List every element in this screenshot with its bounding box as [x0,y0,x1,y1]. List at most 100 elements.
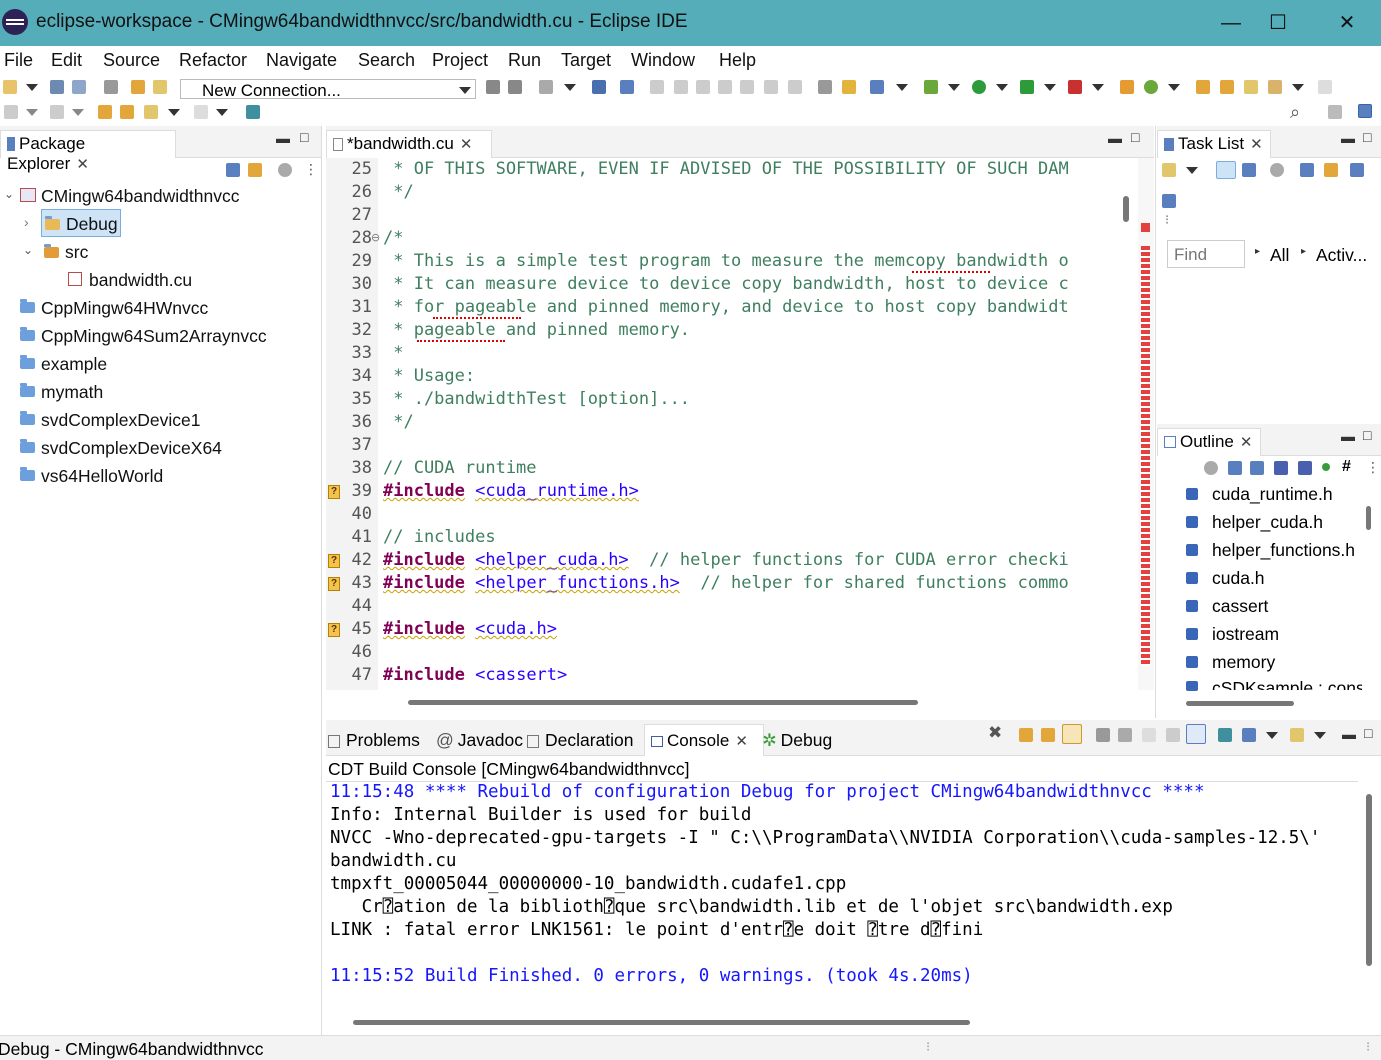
cpp-perspective-icon[interactable] [1358,104,1372,118]
new-class-dropdown-icon[interactable] [1168,84,1180,91]
coverage-icon[interactable] [1020,80,1034,94]
save-all-icon[interactable] [72,80,86,94]
disconnect-icon[interactable] [508,80,522,94]
instruction-step-icon[interactable] [818,80,832,94]
filters-icon[interactable] [278,163,292,177]
open-console-icon[interactable] [246,105,260,119]
filter-all-link[interactable]: All [1270,245,1289,266]
collapse-arrow-icon[interactable]: ⌄ [4,187,14,201]
editor-hscroll-thumb[interactable] [408,700,918,705]
task-find-input[interactable]: Find [1167,240,1245,268]
pin-icon[interactable] [120,105,134,119]
console-scroll-thumb[interactable] [1366,794,1372,966]
outline-item[interactable]: cuda.h [1212,568,1265,589]
tree-item-svdcomplexdevicex64[interactable]: svdComplexDeviceX64 [41,438,222,459]
minimize-view-icon[interactable]: ▬ [1341,428,1355,444]
step-return-icon[interactable] [788,80,802,94]
disconnect-debug-icon[interactable] [718,80,732,94]
profile-icon[interactable] [1068,80,1082,94]
menu-file[interactable]: File [4,50,33,71]
tree-item-project[interactable]: CMingw64bandwidthnvcc [41,186,239,207]
menu-run[interactable]: Run [508,50,541,71]
display-console-icon[interactable] [1242,728,1256,742]
close-icon[interactable]: ✕ [1240,434,1253,451]
view-menu-icon[interactable]: ⋮ [304,161,318,178]
suspend-icon[interactable] [674,80,688,94]
pin-console-icon[interactable] [1118,728,1132,742]
tree-item-debug[interactable]: Debug [66,214,118,235]
tab-javadoc[interactable]: @ Javadoc [436,730,523,751]
maximize-button[interactable]: ☐ [1255,6,1301,40]
pen-icon[interactable] [1268,80,1282,94]
connect-icon[interactable] [486,80,500,94]
tree-item-src[interactable]: src [65,242,88,263]
categorized-icon[interactable] [1216,161,1236,179]
step-into-icon[interactable] [740,80,754,94]
close-button[interactable]: ✕ [1324,6,1370,40]
scheduled-icon[interactable] [1242,163,1256,177]
show-console-icon[interactable] [1186,724,1206,744]
outline-item[interactable]: memory [1212,652,1275,673]
prev-annotation-icon[interactable] [50,105,64,119]
connection-selector[interactable]: New Connection... [180,79,476,100]
clear-console-icon[interactable] [1142,728,1156,742]
run-dropdown-icon[interactable] [996,84,1008,91]
new-dropdown-icon[interactable] [26,84,38,91]
close-icon[interactable]: ✕ [76,156,89,173]
maximize-view-icon[interactable]: □ [1364,725,1372,741]
tab-task-list[interactable]: Task List ✕ [1157,130,1271,158]
next-annotation-icon[interactable] [4,105,18,119]
open-perspective-icon-2[interactable] [1328,105,1342,119]
menu-refactor[interactable]: Refactor [179,50,247,71]
synchronize-icon[interactable] [1324,163,1338,177]
console-view-icon[interactable] [592,80,606,94]
hide-static-icon[interactable] [1298,461,1312,475]
forward-icon[interactable] [194,105,208,119]
new-console-icon[interactable] [1290,728,1304,742]
outline-item[interactable]: cassert [1212,596,1268,617]
tab-package-explorer[interactable]: Package Explorer ✕ [0,130,176,173]
collapse-all-icon[interactable] [1228,461,1242,475]
outline-item[interactable]: iostream [1212,624,1279,645]
build-all-icon[interactable] [153,80,167,94]
scroll-lock-icon[interactable] [1062,724,1082,744]
new-console-dropdown-icon[interactable] [1314,732,1326,739]
menu-edit[interactable]: Edit [51,50,82,71]
remove-launch-icon[interactable]: ✖ [988,723,1002,743]
activate-link[interactable]: Activ... [1316,245,1367,266]
terminal-dropdown-icon[interactable] [564,84,576,91]
filter-icon[interactable] [1270,163,1284,177]
maximize-view-icon[interactable]: □ [1131,129,1139,145]
tree-item-example[interactable]: example [41,354,107,375]
terminate-icon[interactable] [696,80,710,94]
collapse-arrow-icon[interactable]: ⌄ [23,243,33,257]
editor-scrollbar[interactable] [1114,158,1136,690]
hash-icon[interactable]: # [1342,458,1351,476]
maximize-view-icon[interactable]: □ [1363,427,1371,443]
tab-bandwidth-cu[interactable]: *bandwidth.cu ✕ [326,130,492,158]
close-icon[interactable]: ✕ [460,136,473,153]
new-task-icon[interactable] [1162,163,1176,177]
copy-icon[interactable] [1166,728,1180,742]
open-element-icon[interactable] [1220,80,1234,94]
debug-icon[interactable] [924,80,938,94]
terminal-icon[interactable] [539,80,553,94]
tree-item-svdcomplexdevice1[interactable]: svdComplexDevice1 [41,410,201,431]
menu-search[interactable]: Search [358,50,415,71]
task-repo-icon[interactable] [1162,194,1176,208]
back-dropdown-icon[interactable] [168,109,180,116]
tree-item-mymath[interactable]: mymath [41,382,103,403]
prev-annotation-dropdown-icon[interactable] [72,109,84,116]
minimize-view-icon[interactable]: ▬ [1342,726,1356,742]
tab-problems[interactable]: Problems [328,730,420,751]
search-icon[interactable]: ⌕ [1290,102,1300,123]
tree-item-cppmingw64hwnvcc[interactable]: CppMingw64HWnvcc [41,298,208,319]
menu-window[interactable]: Window [631,50,695,71]
new-class-icon[interactable] [1144,80,1158,94]
minimize-view-icon[interactable]: ▬ [1341,130,1355,146]
tab-declaration[interactable]: Declaration [527,730,634,751]
profile-dropdown-icon[interactable] [1092,84,1104,91]
resume-icon[interactable] [650,80,664,94]
skip-breakpoints-icon[interactable] [620,80,634,94]
outline-scroll-thumb[interactable] [1366,506,1371,530]
